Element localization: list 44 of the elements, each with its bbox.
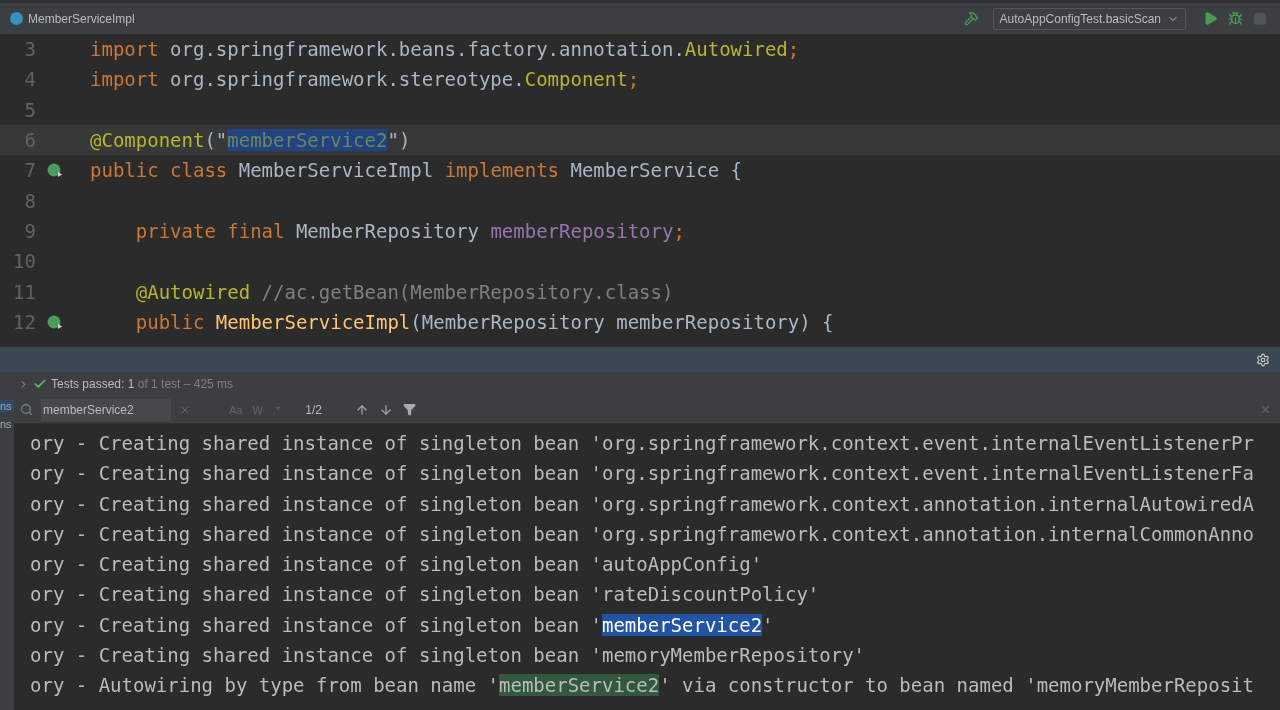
line-number: 5 xyxy=(23,98,36,121)
run-gutter-icon[interactable] xyxy=(47,313,63,330)
search-field[interactable]: memberService2 xyxy=(41,398,171,421)
run-gutter-icon[interactable] xyxy=(47,162,63,179)
line-number: 9 xyxy=(23,219,36,242)
previous-match-icon[interactable] xyxy=(354,402,369,417)
console-line: ory - Creating shared instance of singleton bean 'memoryMemberRepository' xyxy=(30,643,867,669)
code-line: public class MemberServiceImpl implements MemberService { xyxy=(90,159,743,182)
line-number: 4 xyxy=(23,68,36,91)
run-icon[interactable] xyxy=(1203,11,1218,26)
match-count: 1/2 xyxy=(305,402,322,417)
side-tab[interactable]: ns xyxy=(0,418,14,430)
console-line: ory - Creating shared instance of singleton bean 'org.springframework.context.event.internalEventListenerFa xyxy=(30,461,1255,487)
settings-icon[interactable] xyxy=(1256,352,1270,367)
build-icon[interactable] xyxy=(963,11,979,26)
line-number: 8 xyxy=(23,189,36,212)
line-number: 3 xyxy=(23,38,36,61)
console-line: ory - Autowiring by type from bean name 'memberService2' via constructor to bean named 'memoryMemberReposit xyxy=(30,673,1255,699)
code-line: public MemberServiceImpl(MemberRepository memberRepository) { xyxy=(134,310,834,333)
run-config-dropdown[interactable]: AutoAppConfigTest.basicScan xyxy=(992,7,1186,30)
code-line: import org.springframework.beans.factory.annotation.Autowired; xyxy=(90,38,800,61)
console-line: ory - Creating shared instance of singleton bean 'org.springframework.context.event.internalEventListenerPr xyxy=(30,431,1255,456)
line-number: 10 xyxy=(12,250,36,273)
close-icon[interactable] xyxy=(1259,403,1272,416)
line-number: 7 xyxy=(23,159,36,182)
console-line: ory - Creating shared instance of singleton bean 'autoAppConfig' xyxy=(30,552,764,578)
code-line: private final MemberRepository memberRepository; xyxy=(134,219,685,242)
side-tab[interactable]: ns xyxy=(0,400,14,412)
console-line: ory - Creating shared instance of singleton bean 'rateDiscountPolicy' xyxy=(30,582,821,608)
debug-icon[interactable] xyxy=(1228,11,1243,26)
console-line: ory - Creating shared instance of singleton bean 'org.springframework.context.annotation.internalAutowiredA xyxy=(30,491,1255,517)
line-number: 12 xyxy=(12,310,36,333)
code-line: @Autowired //ac.getBean(MemberRepository.class) xyxy=(134,280,674,303)
check-icon xyxy=(33,377,47,391)
next-match-icon[interactable] xyxy=(378,402,393,417)
test-status: Tests passed: 1 of 1 test – 425 ms xyxy=(51,377,234,391)
filter-icon[interactable] xyxy=(402,403,416,416)
line-number: 11 xyxy=(12,280,36,303)
search-icon xyxy=(20,403,33,416)
console-line: ory - Creating shared instance of singleton bean 'memberService2' xyxy=(30,612,775,638)
class-icon xyxy=(10,12,23,25)
file-tab[interactable]: MemberServiceImpl xyxy=(28,11,135,26)
code-line: import org.springframework.stereotype.Component; xyxy=(90,68,640,91)
console-line: ory - Creating shared instance of singleton bean 'org.springframework.context.annotation.internalCommonAnno xyxy=(30,521,1255,547)
